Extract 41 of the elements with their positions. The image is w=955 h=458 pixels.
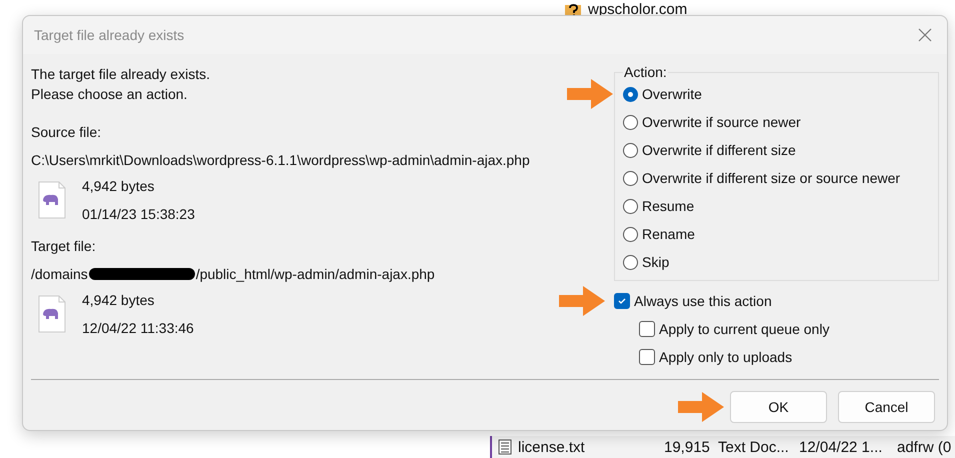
text-file-icon	[498, 439, 512, 455]
radio-button[interactable]	[623, 226, 638, 242]
file-label: Target file:	[31, 237, 97, 256]
php-file-icon	[38, 181, 66, 219]
php-file-icon	[38, 295, 66, 333]
radio-button[interactable]	[623, 86, 638, 102]
close-icon[interactable]	[918, 28, 932, 42]
group-label: Action:	[623, 64, 668, 80]
checkbox[interactable]	[639, 349, 655, 365]
file-path: C:\Users\mrkit\Downloads\wordpress-6.1.1\wordpress\wp-admin\admin-ajax.php	[31, 151, 530, 170]
checkbox[interactable]	[639, 321, 655, 337]
radio-label[interactable]: Overwrite	[642, 86, 702, 102]
file-label: Source file:	[31, 123, 102, 142]
radio-button[interactable]	[623, 254, 638, 270]
file-path: /domains /public_html/wp-admin/admin-ajax.php	[31, 265, 436, 284]
folder-question-icon	[565, 2, 583, 18]
checkmark-icon	[617, 296, 627, 306]
radio-button[interactable]	[623, 198, 638, 214]
radio-label[interactable]: Skip	[642, 254, 670, 270]
file-size: 4,942 bytes	[82, 291, 156, 310]
dialog-button[interactable]: OK	[730, 391, 827, 423]
radio-label[interactable]: Overwrite if different size	[642, 142, 796, 158]
radio-label[interactable]: Overwrite if different size or source newer	[642, 170, 900, 186]
checkbox-label[interactable]: Apply to current queue only	[659, 321, 830, 337]
checkbox-label[interactable]: Always use this action	[634, 293, 772, 309]
radio-label[interactable]: Resume	[642, 198, 694, 214]
radio-label[interactable]: Overwrite if source newer	[642, 114, 801, 130]
radio-button[interactable]	[623, 114, 638, 130]
radio-button[interactable]	[623, 142, 638, 158]
message-text: Please choose an action.	[31, 85, 188, 104]
window-title: Target file already exists	[34, 27, 184, 43]
file-size: 4,942 bytes	[82, 177, 156, 196]
checkbox[interactable]	[614, 293, 630, 309]
radio-button[interactable]	[623, 170, 638, 186]
file-date: 01/14/23 15:38:23	[82, 205, 195, 224]
file-list-row[interactable]: license.txt 19,915 Text Doc... 12/04/22 1... adfrw (0	[490, 436, 955, 458]
file-date: 12/04/22 11:33:46	[82, 319, 194, 338]
radio-label[interactable]: Rename	[642, 226, 695, 242]
message-text: The target file already exists.	[31, 65, 211, 84]
checkbox-label[interactable]: Apply only to uploads	[659, 349, 792, 365]
dialog-button[interactable]: Cancel	[838, 391, 935, 423]
